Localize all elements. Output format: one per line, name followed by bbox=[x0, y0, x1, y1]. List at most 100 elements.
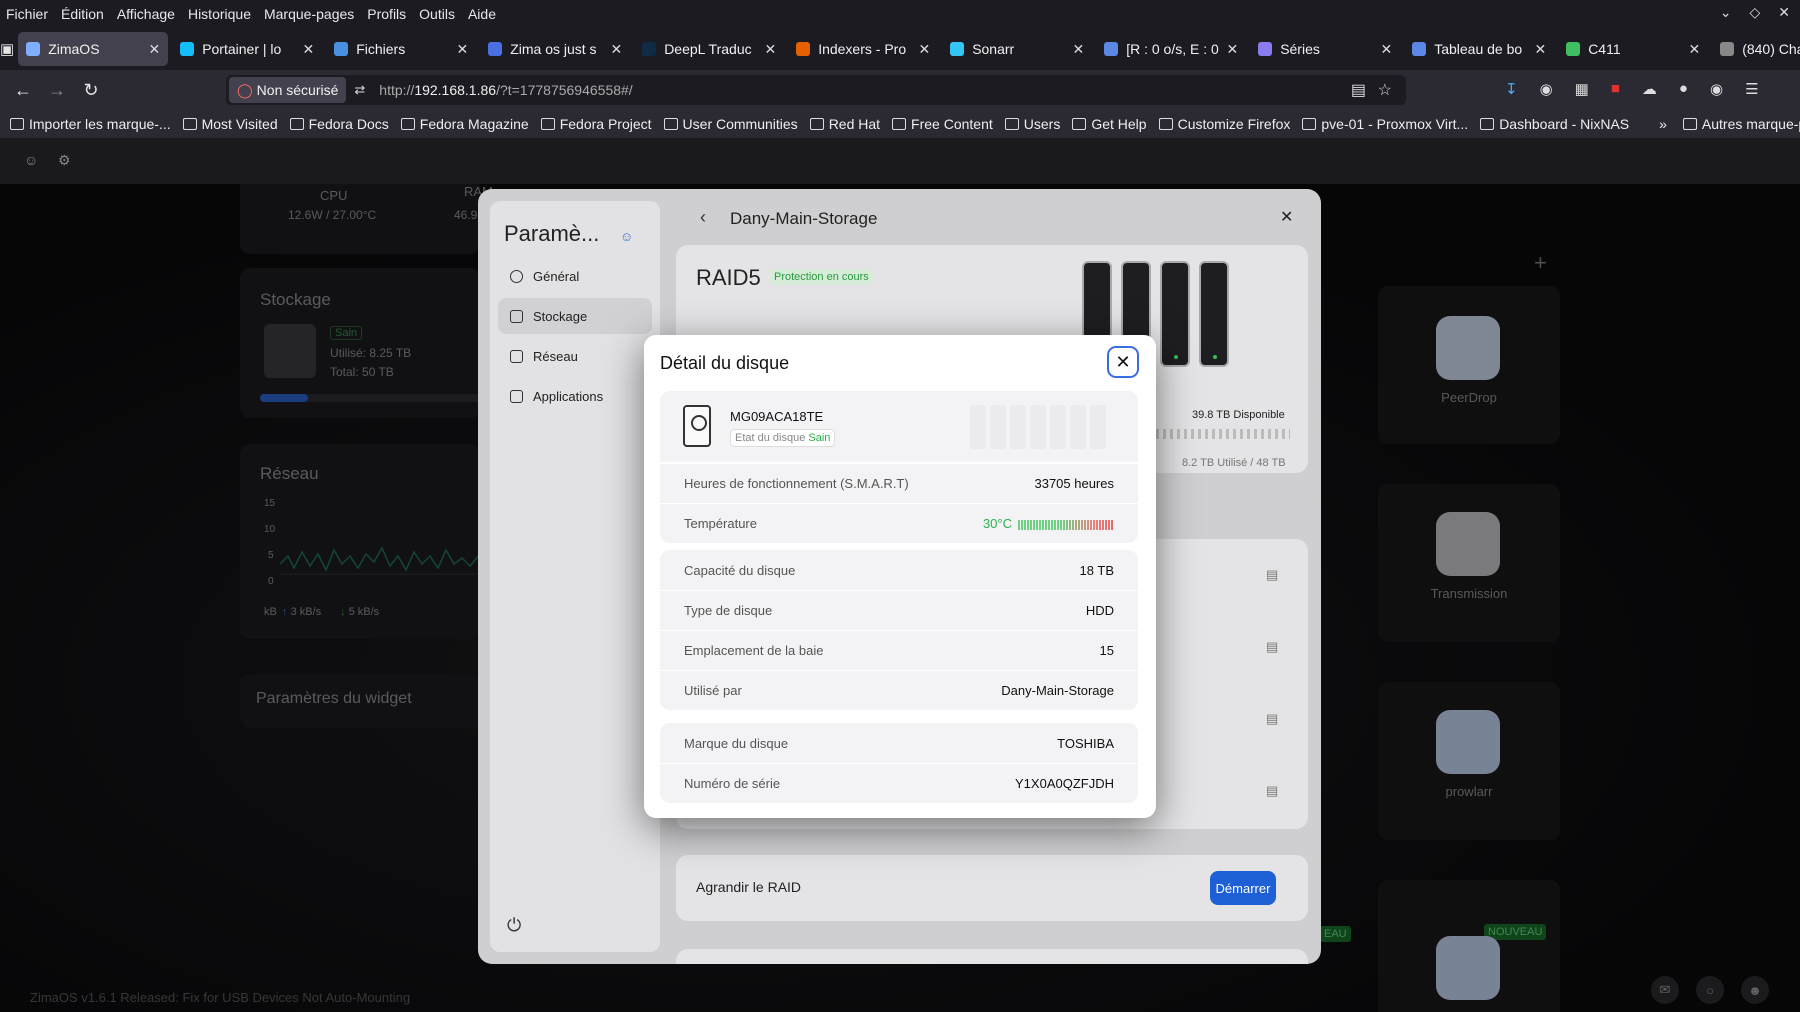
settings-sidebar: Paramè... ☺ Général Stockage Réseau Appl… bbox=[490, 201, 660, 952]
tab-label: DeepL Traduc bbox=[664, 41, 752, 57]
temperature-bar bbox=[1018, 519, 1114, 530]
bookmark-item[interactable]: Most Visited bbox=[182, 116, 278, 132]
settings-nav-general-label: Général bbox=[533, 268, 580, 284]
permissions-icon[interactable]: ⇄ bbox=[354, 82, 365, 98]
url-text[interactable]: http://192.168.1.86/?t=1778756946558#/ bbox=[379, 82, 632, 98]
settings-nav-stockage[interactable]: Stockage bbox=[498, 298, 652, 334]
tab-4[interactable]: DeepL Traduc ✕ bbox=[634, 32, 784, 66]
close-window-icon[interactable]: ✕ bbox=[1778, 4, 1790, 21]
disk-row-2-icon[interactable]: ▤ bbox=[1266, 639, 1278, 655]
other-bookmarks[interactable]: » Autres marque-pages bbox=[1659, 116, 1800, 132]
menu-affichage[interactable]: Affichage bbox=[117, 6, 175, 22]
menu-edition[interactable]: Édition bbox=[61, 6, 104, 22]
extension-cloud-icon[interactable]: ☁ bbox=[1642, 80, 1657, 98]
start-expand-button[interactable]: Démarrer bbox=[1210, 871, 1276, 905]
account-icon[interactable]: ◉ bbox=[1540, 80, 1553, 98]
back-chevron-icon[interactable]: ‹ bbox=[700, 207, 706, 228]
settings-nav-general[interactable]: Général bbox=[498, 258, 652, 294]
overflow-chevron-icon: » bbox=[1659, 116, 1667, 132]
menu-marque-pages[interactable]: Marque-pages bbox=[264, 6, 354, 22]
settings-nav-reseau-label: Réseau bbox=[533, 348, 578, 364]
reader-view-icon[interactable]: ▤ bbox=[1351, 80, 1366, 100]
bookmark-item[interactable]: Get Help bbox=[1072, 116, 1147, 132]
capacity-row: Capacité du disque 18 TB bbox=[660, 550, 1138, 590]
settings-emoji-icon: ☺ bbox=[620, 229, 634, 244]
tab-11[interactable]: (840) Chat✕ bbox=[1712, 32, 1800, 66]
tab-close-icon[interactable]: ✕ bbox=[764, 41, 776, 58]
tab-close-icon[interactable]: ✕ bbox=[1072, 41, 1084, 58]
settings-close-icon[interactable]: ✕ bbox=[1280, 207, 1293, 227]
extension-g-icon[interactable]: ◉ bbox=[1710, 80, 1723, 98]
raid-status-badge: Protection en cours bbox=[770, 269, 873, 285]
tab-2[interactable]: Fichiers ✕ bbox=[326, 32, 476, 66]
tab-1[interactable]: Portainer | lo ✕ bbox=[172, 32, 322, 66]
tab-5[interactable]: Indexers - Pro ✕ bbox=[788, 32, 938, 66]
forward-icon[interactable]: → bbox=[40, 80, 74, 101]
settings-nav-applications[interactable]: Applications bbox=[498, 378, 652, 414]
power-icon[interactable]: ⏻ bbox=[507, 915, 521, 936]
app-menu-icon[interactable]: ☰ bbox=[1745, 80, 1758, 98]
tab-9[interactable]: Tableau de bo ✕ bbox=[1404, 32, 1554, 66]
bookmark-item[interactable]: Fedora Project bbox=[540, 116, 652, 132]
bookmark-item[interactable]: Dashboard - NixNAS bbox=[1480, 116, 1629, 132]
url-bar[interactable]: ◯ Non sécurisé ⇄ http://192.168.1.86/?t=… bbox=[226, 75, 1406, 105]
menu-historique[interactable]: Historique bbox=[188, 6, 251, 22]
bookmark-label: Red Hat bbox=[828, 116, 881, 132]
network-icon bbox=[510, 349, 523, 363]
tab-list-icon[interactable]: ▣ bbox=[0, 40, 14, 58]
tab-6[interactable]: Sonarr ✕ bbox=[942, 32, 1092, 66]
download-icon[interactable]: ↧ bbox=[1505, 80, 1518, 98]
menu-fichier[interactable]: Fichier bbox=[6, 6, 48, 22]
bookmark-star-icon[interactable]: ☆ bbox=[1378, 80, 1392, 100]
tab-10[interactable]: C411 ✕ bbox=[1558, 32, 1708, 66]
disk-model: MG09ACA18TE bbox=[730, 409, 824, 424]
tab-0[interactable]: ZimaOS ✕ bbox=[18, 32, 169, 66]
ublock-icon[interactable]: ■ bbox=[1611, 80, 1620, 98]
tab-close-icon[interactable]: ✕ bbox=[1226, 41, 1238, 58]
disk-row-1-icon[interactable]: ▤ bbox=[1266, 567, 1278, 583]
tab-close-icon[interactable]: ✕ bbox=[456, 41, 468, 58]
disk-row-3-icon[interactable]: ▤ bbox=[1266, 711, 1278, 727]
extension-dot-icon[interactable]: ● bbox=[1679, 80, 1688, 98]
tab-close-icon[interactable]: ✕ bbox=[918, 41, 930, 58]
bookmark-item[interactable]: Users bbox=[1004, 116, 1060, 132]
tab-close-icon[interactable]: ✕ bbox=[302, 41, 314, 58]
tab-close-icon[interactable]: ✕ bbox=[1688, 41, 1700, 58]
tab-close-icon[interactable]: ✕ bbox=[610, 41, 622, 58]
bookmark-label: pve-01 - Proxmox Virt... bbox=[1321, 116, 1469, 132]
tab-close-icon[interactable]: ✕ bbox=[1534, 41, 1546, 58]
bookmark-icon bbox=[1302, 118, 1317, 130]
disk-row-4-icon[interactable]: ▤ bbox=[1266, 783, 1278, 799]
menu-outils[interactable]: Outils bbox=[419, 6, 455, 22]
bookmark-item[interactable]: User Communities bbox=[663, 116, 798, 132]
security-indicator[interactable]: ◯ Non sécurisé bbox=[229, 77, 347, 103]
bookmark-icon bbox=[663, 118, 678, 130]
menu-profils[interactable]: Profils bbox=[367, 6, 406, 22]
reload-icon[interactable]: ↻ bbox=[74, 80, 108, 101]
tab-3[interactable]: Zima os just s ✕ bbox=[480, 32, 630, 66]
bookmark-label: Fedora Magazine bbox=[419, 116, 529, 132]
bookmark-item[interactable]: Fedora Magazine bbox=[400, 116, 529, 132]
tab-8[interactable]: Séries ✕ bbox=[1250, 32, 1400, 66]
settings-nav-reseau[interactable]: Réseau bbox=[498, 338, 652, 374]
bookmark-item[interactable]: Customize Firefox bbox=[1158, 116, 1290, 132]
bookmark-item[interactable]: Red Hat bbox=[809, 116, 881, 132]
tab-close-icon[interactable]: ✕ bbox=[1380, 41, 1392, 58]
tab-7[interactable]: [R : 0 o/s, E : 0 ✕ bbox=[1096, 32, 1246, 66]
user-icon[interactable]: ☺ bbox=[24, 152, 38, 168]
menu-aide[interactable]: Aide bbox=[468, 6, 496, 22]
folder-icon bbox=[1682, 118, 1697, 130]
bookmark-item[interactable]: pve-01 - Proxmox Virt... bbox=[1302, 116, 1468, 132]
bookmark-item[interactable]: Free Content bbox=[892, 116, 993, 132]
bookmark-item[interactable]: Fedora Docs bbox=[289, 116, 389, 132]
modal-close-button[interactable]: ✕ bbox=[1107, 346, 1139, 378]
disk-identity-group: Marque du disque TOSHIBA Numéro de série Y… bbox=[660, 723, 1138, 803]
back-icon[interactable]: ← bbox=[6, 80, 40, 101]
maximize-icon[interactable]: ◇ bbox=[1749, 4, 1760, 21]
tab-close-icon[interactable]: ✕ bbox=[148, 41, 160, 58]
settings-gear-icon[interactable]: ⚙ bbox=[58, 152, 71, 169]
extensions-icon[interactable]: ▦ bbox=[1575, 80, 1589, 98]
bookmark-item[interactable]: Importer les marque-... bbox=[10, 116, 171, 132]
minimize-icon[interactable]: ⌄ bbox=[1720, 4, 1732, 21]
tab-favicon-icon bbox=[26, 42, 41, 56]
